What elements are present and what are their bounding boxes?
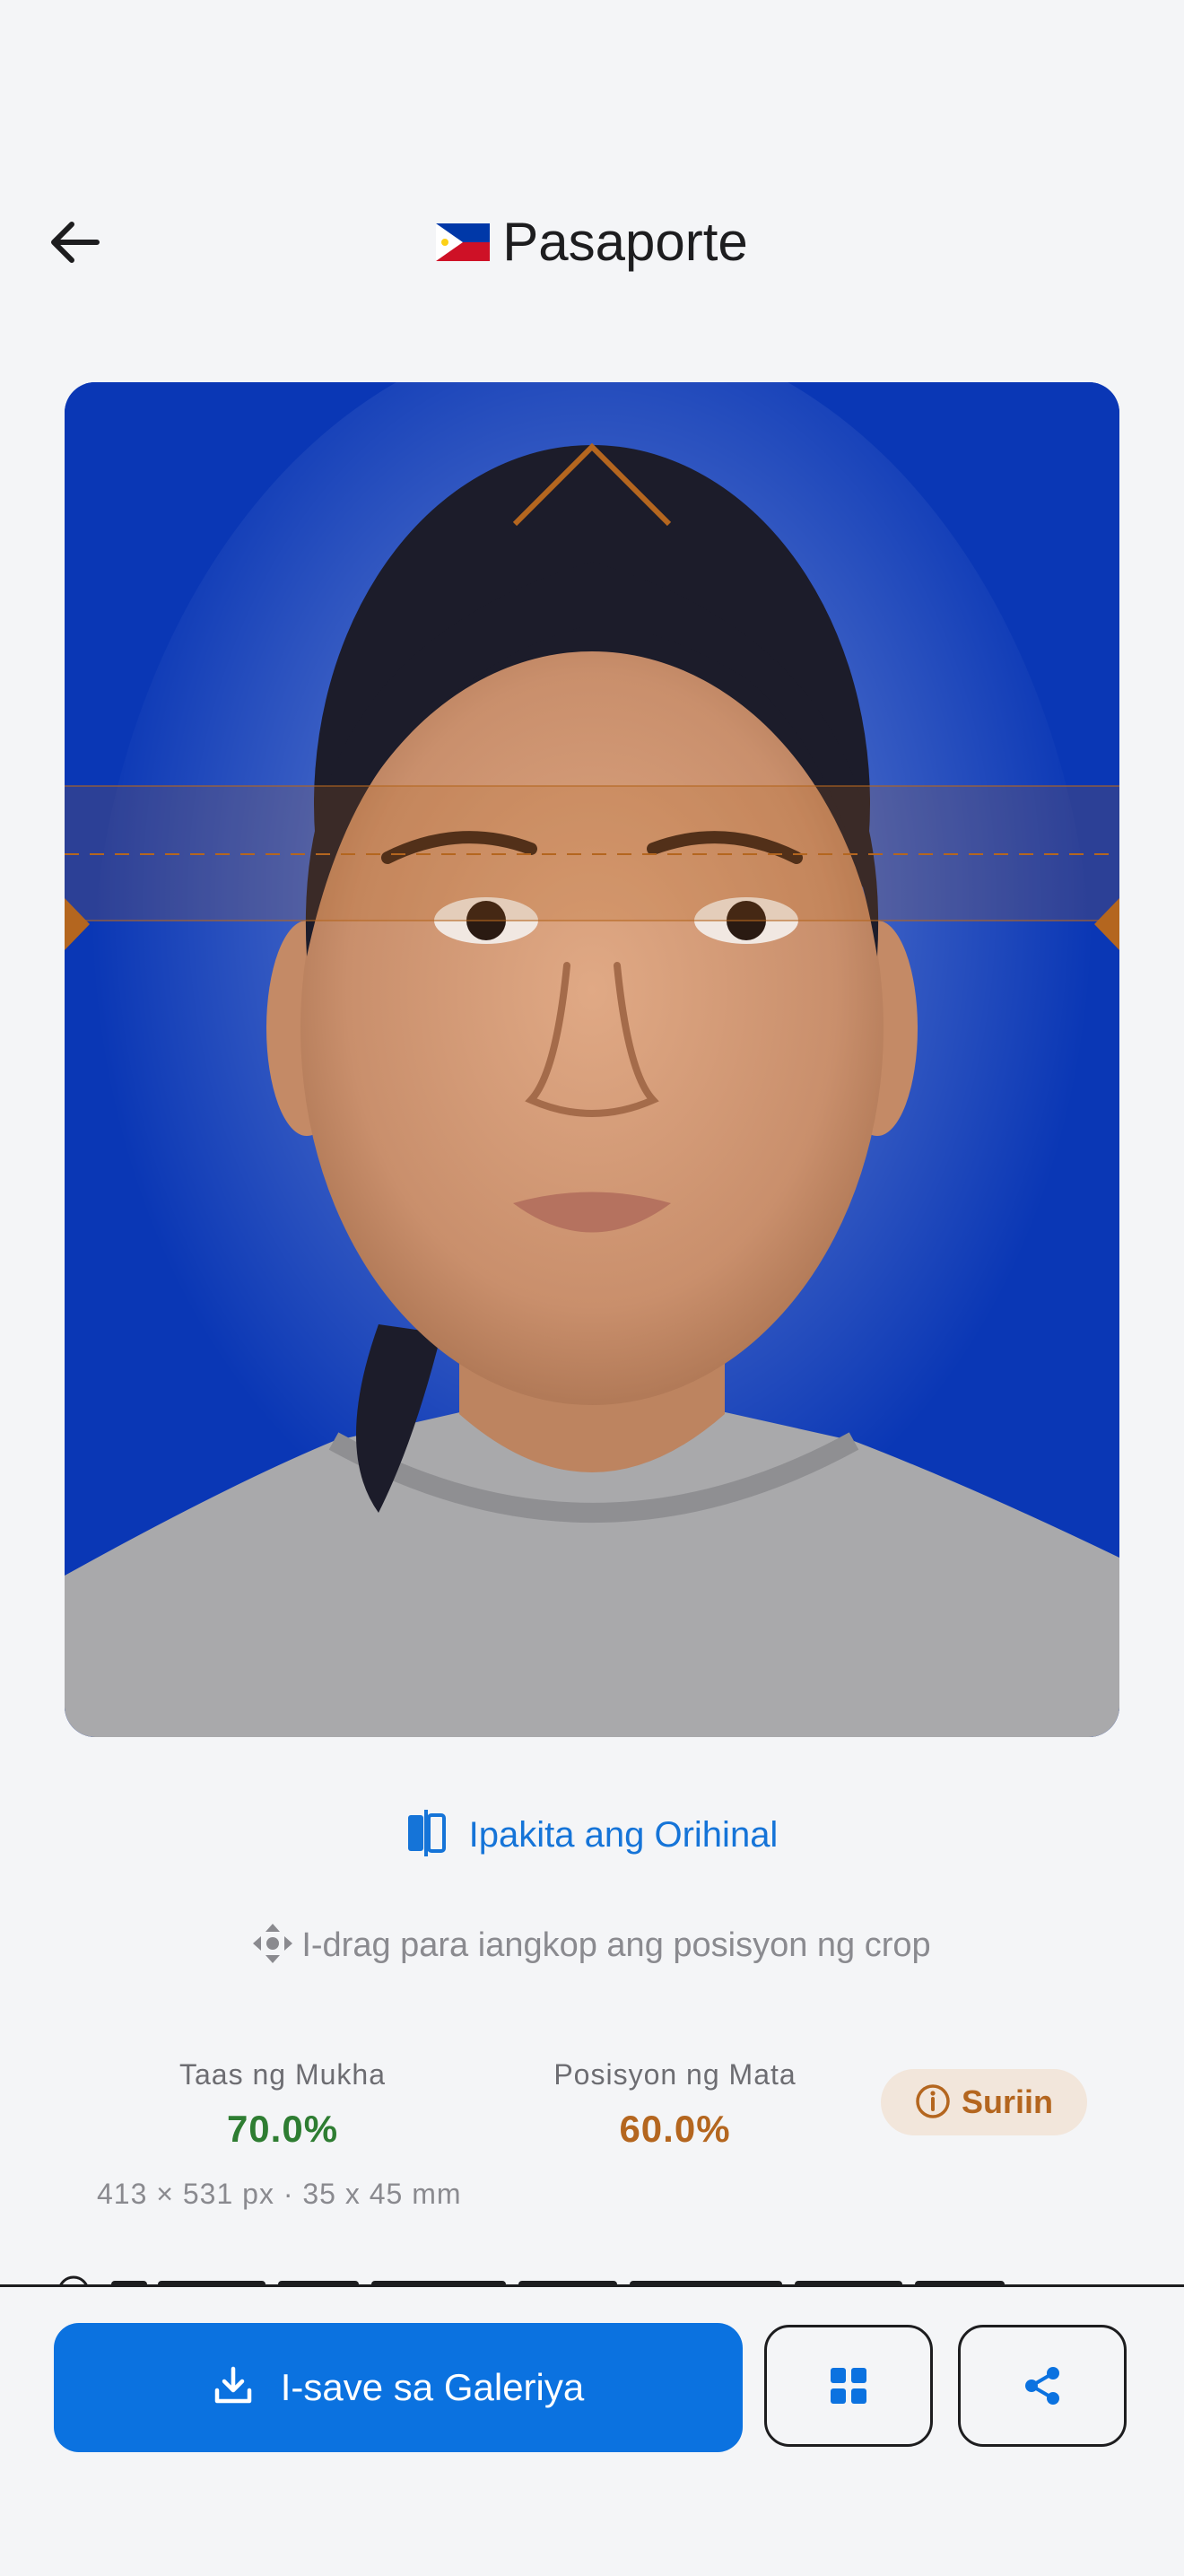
show-original-button[interactable]: Ipakita ang Orihinal (0, 1803, 1184, 1866)
eye-position-label: Posisyon ng Mata (553, 2058, 797, 2091)
philippines-flag (436, 223, 491, 262)
save-to-gallery-label: I-save sa Galeriya (280, 2366, 585, 2408)
face-height-label: Taas ng Mukha (178, 2058, 386, 2091)
photo-dimensions: 413 × 531 px · 35 x 45 mm (97, 2178, 462, 2210)
move-icon (253, 1923, 293, 1963)
share-icon (1025, 2367, 1059, 2405)
scroll-content-edge (0, 2261, 1184, 2286)
eye-position-value: 60.0% (619, 2108, 731, 2150)
passport-photo-preview[interactable] (65, 382, 1119, 1737)
save-to-gallery-button[interactable]: I-save sa Galeriya (54, 2323, 743, 2452)
review-badge-label: Suriin (961, 2083, 1053, 2120)
drag-hint: I-drag para iangkop ang posisyon ng crop (0, 1918, 1184, 1972)
grid-layout-button[interactable] (764, 2325, 933, 2447)
page-title: Pasaporte (0, 206, 1184, 278)
share-button[interactable] (958, 2325, 1127, 2447)
eye-position-metric: Posisyon ng Mata 60.0% (520, 2052, 830, 2156)
show-original-label: Ipakita ang Orihinal (468, 1815, 779, 1855)
face-height-value: 70.0% (226, 2108, 339, 2150)
bottom-action-bar: I-save sa Galeriya (0, 2284, 1184, 2576)
compare-icon (407, 1810, 446, 1857)
info-icon (916, 2084, 950, 2119)
drag-hint-text: I-drag para iangkop ang posisyon ng crop (301, 1926, 931, 1964)
page-title-text: Pasaporte (502, 212, 748, 272)
grid-icon (831, 2368, 866, 2404)
download-icon (214, 2366, 252, 2404)
face-height-metric: Taas ng Mukha 70.0% (144, 2052, 422, 2156)
app-header: Pasaporte (0, 179, 1184, 305)
review-badge[interactable]: Suriin (881, 2069, 1087, 2135)
